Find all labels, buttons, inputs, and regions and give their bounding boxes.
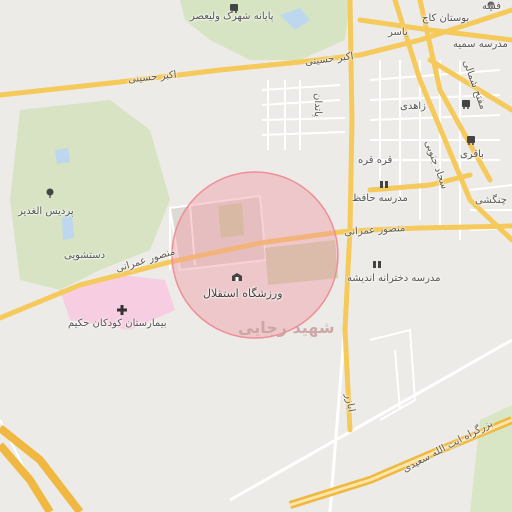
school-icon[interactable] xyxy=(378,178,390,190)
label-kaj-park[interactable]: بوستان کاج xyxy=(422,14,469,24)
label-gonbadi[interactable]: چنگشی xyxy=(475,196,507,206)
hospital-icon[interactable] xyxy=(116,304,128,316)
label-baqeri[interactable]: باقری xyxy=(460,150,484,160)
label-district[interactable]: شهید رجایی xyxy=(238,318,335,337)
stadium-icon[interactable] xyxy=(231,271,243,283)
label-stadium[interactable]: ورزشگاه استقلال xyxy=(203,288,283,299)
label-andisheh-school[interactable]: مدرسه دخترانه اندیشه xyxy=(347,274,441,284)
label-alghadir[interactable]: پردیس الغدیر xyxy=(18,207,74,217)
label-yasr[interactable]: یاسر xyxy=(388,28,408,38)
label-dastshooyi[interactable]: دستشویی xyxy=(64,251,105,261)
bus-stop-icon[interactable] xyxy=(465,134,477,146)
label-somayeh-school[interactable]: مدرسه سمیه xyxy=(453,40,508,50)
bus-stop-icon[interactable] xyxy=(460,98,472,110)
label-vertical-street[interactable]: پاتدان xyxy=(312,93,323,117)
label-abazar[interactable]: ابازر xyxy=(343,393,357,413)
label-qarrah[interactable]: قره قره xyxy=(358,156,392,166)
map-view[interactable]: پایانه شهرک ولیعصر بوستان کاج فشه مدرسه … xyxy=(0,0,512,512)
label-zahedi[interactable]: زاهدی xyxy=(400,102,426,112)
label-hospital[interactable]: بیمارستان کودکان حکیم xyxy=(68,319,167,329)
label-fragment[interactable]: فشه xyxy=(482,2,501,12)
label-bus-terminal[interactable]: پایانه شهرک ولیعصر xyxy=(190,12,274,22)
tree-icon[interactable] xyxy=(44,187,56,199)
school-icon[interactable] xyxy=(371,258,383,270)
label-hafez-school[interactable]: مدرسه حافظ xyxy=(352,194,408,204)
